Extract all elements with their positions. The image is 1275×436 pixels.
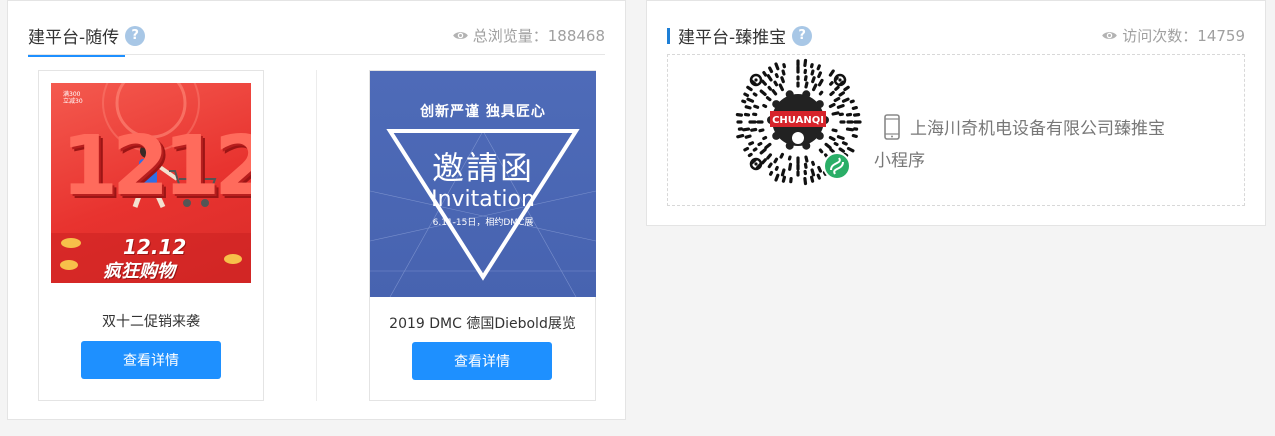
invitation-title-cn: 邀請函 bbox=[431, 149, 534, 187]
stat-label: 访问次数： bbox=[1122, 27, 1198, 45]
panel-header: 建平台-随传 ? 总浏览量： 188468 bbox=[28, 21, 605, 57]
help-icon[interactable]: ? bbox=[792, 25, 813, 46]
panel-header: 建平台-臻推宝 ? 访问次数： 14759 bbox=[667, 21, 1245, 55]
promo-card: 满300 立减30 1212 12.12 疯狂购物 双十二促销来袭 查看详情 bbox=[38, 70, 264, 401]
panel-title-text: 建平台-随传 bbox=[28, 28, 120, 48]
promo-numerals: 1212 bbox=[61, 119, 251, 214]
invitation-date: 6.11-15日，相约DMC展 bbox=[432, 218, 534, 228]
mini-program-label: 上海川奇机电设备有限公司臻推宝小程序 bbox=[874, 113, 1174, 177]
promo-image-1212[interactable]: 满300 立减30 1212 12.12 疯狂购物 bbox=[51, 83, 251, 283]
view-details-button[interactable]: 查看详情 bbox=[412, 342, 552, 380]
invitation-title-en: Invitation bbox=[431, 187, 535, 212]
suichuan-panel: 建平台-随传 ? 总浏览量： 188468 满300 立减30 1212 12.… bbox=[7, 0, 626, 420]
promo-slogan-1: 12.12 bbox=[123, 235, 187, 259]
mini-program-text: 上海川奇机电设备有限公司臻推宝小程序 bbox=[874, 119, 1165, 171]
card-caption: 2019 DMC 德国Diebold展览 bbox=[389, 316, 576, 332]
invitation-headline: 创新严谨 独具匠心 bbox=[420, 104, 546, 120]
panel-title-text: 建平台-臻推宝 bbox=[678, 28, 787, 48]
panel-title: 建平台-随传 ? bbox=[28, 23, 146, 57]
mini-program-qr-code[interactable]: CHUANQI bbox=[734, 58, 862, 191]
help-icon[interactable]: ? bbox=[125, 25, 146, 46]
card-divider bbox=[316, 70, 317, 401]
zhentuibao-panel: 建平台-臻推宝 ? 访问次数： 14759 CHUANQI 上海川奇机电设备有限… bbox=[646, 0, 1266, 226]
promo-slogan-2: 疯狂购物 bbox=[103, 261, 175, 282]
title-accent-bar bbox=[667, 27, 670, 44]
stat-label: 总浏览量： bbox=[472, 27, 548, 45]
exhibition-card: 创新严谨 独具匠心 邀請函 Invitation 6.11-15日，相约DMC展… bbox=[369, 70, 596, 401]
panel-title: 建平台-臻推宝 ? bbox=[667, 23, 813, 48]
total-views-stat: 总浏览量： 188468 bbox=[452, 25, 605, 46]
eye-icon bbox=[452, 32, 468, 39]
phone-icon bbox=[884, 114, 900, 140]
promo-offer-line-2: 立减30 bbox=[63, 98, 83, 105]
eye-icon bbox=[1102, 32, 1118, 39]
mini-program-box: CHUANQI 上海川奇机电设备有限公司臻推宝小程序 bbox=[667, 54, 1245, 206]
stat-value: 14759 bbox=[1197, 26, 1245, 45]
visit-count-stat: 访问次数： 14759 bbox=[1101, 25, 1245, 46]
qr-brand-text: CHUANQI bbox=[772, 115, 824, 126]
view-details-button[interactable]: 查看详情 bbox=[81, 341, 221, 379]
card-caption: 双十二促销来袭 bbox=[102, 314, 200, 330]
stat-value: 188468 bbox=[547, 26, 605, 45]
invitation-image[interactable]: 创新严谨 独具匠心 邀請函 Invitation 6.11-15日，相约DMC展 bbox=[370, 71, 596, 297]
